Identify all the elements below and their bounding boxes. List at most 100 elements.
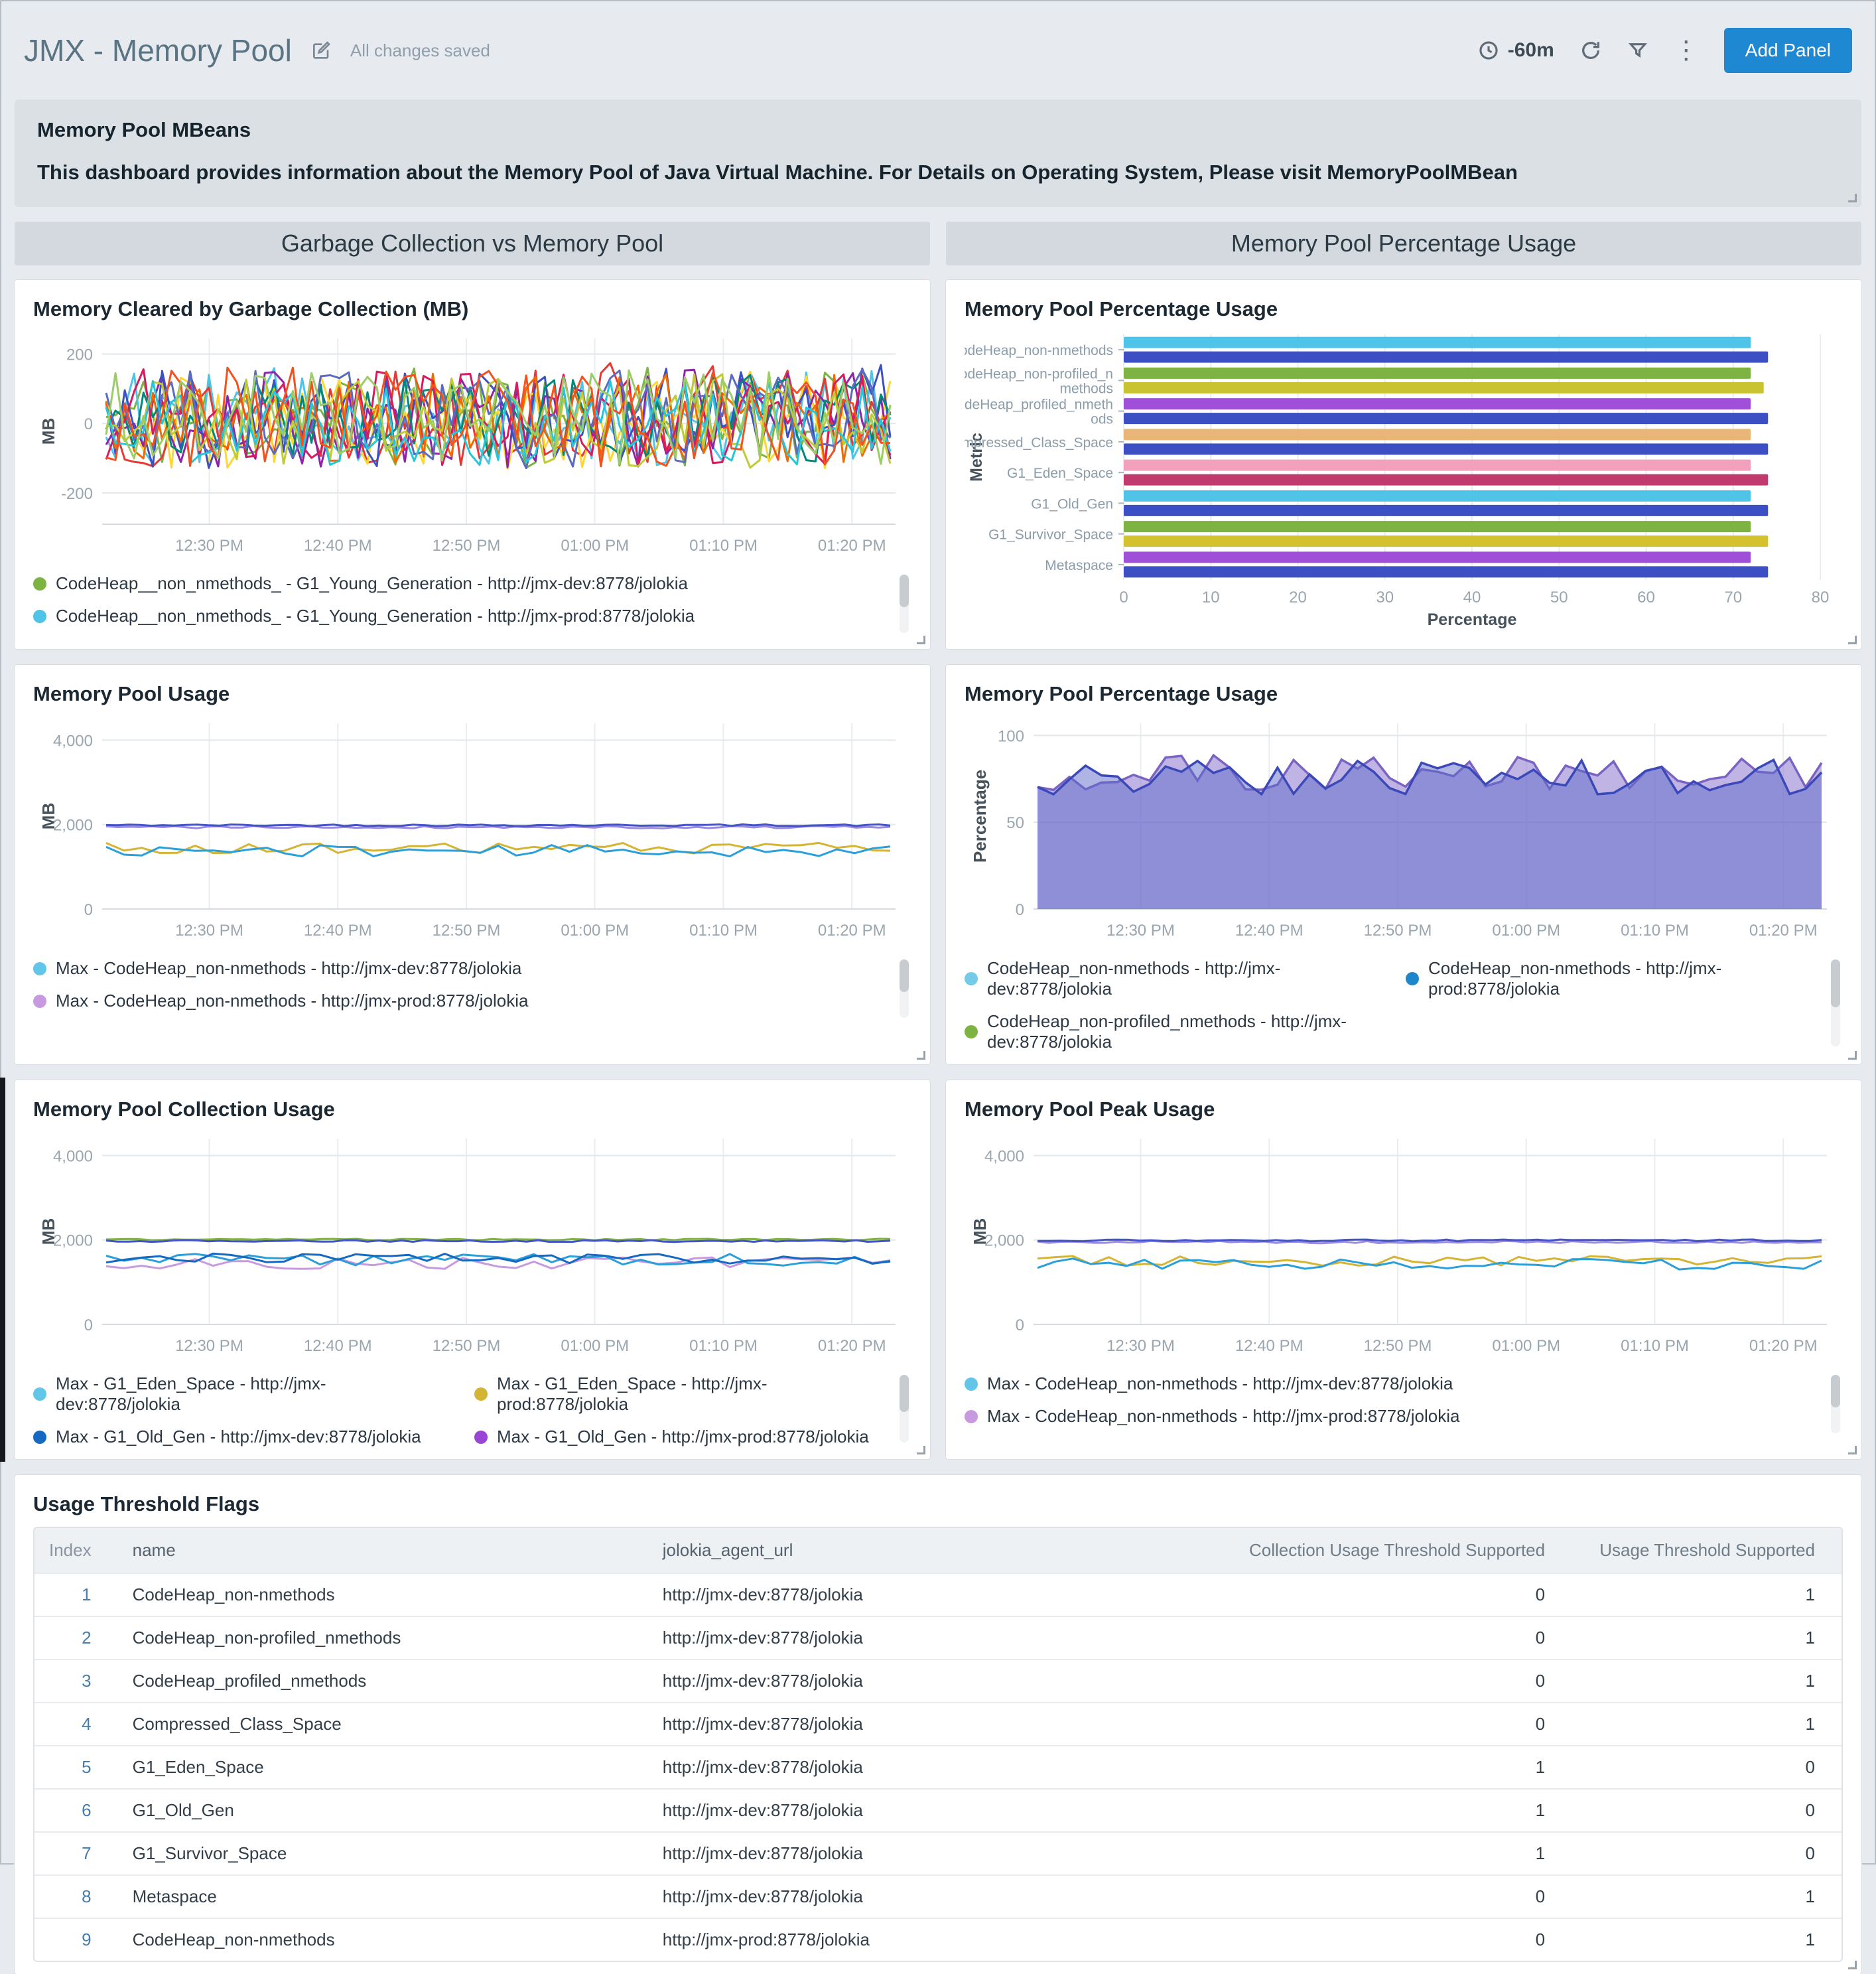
legend-item[interactable]: Max - G1_Old_Gen - http://jmx-prod:8778/…: [474, 1427, 889, 1447]
gc-line-chart[interactable]: 12:30 PM12:40 PM12:50 PM01:00 PM01:10 PM…: [33, 329, 911, 561]
refresh-icon[interactable]: [1579, 39, 1602, 62]
legend-scrollbar[interactable]: [900, 1375, 909, 1443]
legend-item[interactable]: CodeHeap_non-nmethods - http://jmx-dev:8…: [965, 958, 1379, 999]
table-cell: 1: [1208, 1832, 1577, 1875]
legend-dot-icon: [33, 962, 46, 975]
legend-scrollbar[interactable]: [1831, 959, 1840, 1046]
table-cell: 0: [1208, 1703, 1577, 1746]
table-cell: CodeHeap_profiled_nmethods: [118, 1659, 648, 1703]
add-panel-button[interactable]: Add Panel: [1724, 28, 1852, 73]
svg-text:01:10 PM: 01:10 PM: [1621, 1337, 1689, 1355]
chart-legend: Max - CodeHeap_non-nmethods - http://jmx…: [965, 1374, 1843, 1437]
legend-dot-icon: [965, 1025, 978, 1038]
resize-handle-icon[interactable]: [917, 1051, 925, 1060]
chart-legend: Max - G1_Eden_Space - http://jmx-dev:877…: [33, 1374, 911, 1447]
legend-item[interactable]: Max - CodeHeap_non-nmethods - http://jmx…: [965, 1374, 1820, 1394]
svg-text:0: 0: [84, 415, 93, 433]
legend-dot-icon: [1406, 972, 1419, 985]
legend-item[interactable]: Max - CodeHeap_non-nmethods - http://jmx…: [33, 991, 889, 1011]
svg-text:MB: MB: [970, 1218, 990, 1245]
column-header[interactable]: Index: [34, 1528, 118, 1573]
filter-icon[interactable]: [1627, 40, 1648, 61]
svg-text:CodeHeap_non-nmethods: CodeHeap_non-nmethods: [965, 343, 1113, 358]
legend-dot-icon: [965, 1410, 978, 1423]
table-cell: http://jmx-dev:8778/jolokia: [648, 1573, 1209, 1616]
chart-legend: Max - CodeHeap_non-nmethods - http://jmx…: [33, 958, 911, 1022]
table-cell: 1: [1577, 1703, 1842, 1746]
percentage-usage-bar-chart[interactable]: 01020304050607080PercentageMetricCodeHea…: [965, 329, 1843, 633]
table-row[interactable]: 2CodeHeap_non-profiled_nmethodshttp://jm…: [34, 1616, 1842, 1659]
legend-dot-icon: [33, 995, 46, 1008]
save-status: All changes saved: [350, 40, 490, 61]
column-header[interactable]: Usage Threshold Supported: [1577, 1528, 1842, 1573]
resize-handle-icon[interactable]: [1848, 194, 1857, 202]
svg-text:12:30 PM: 12:30 PM: [1106, 1337, 1175, 1355]
legend-item[interactable]: CodeHeap__non_nmethods_ - G1_Young_Gener…: [33, 606, 889, 626]
table-row[interactable]: 8Metaspacehttp://jmx-dev:8778/jolokia01: [34, 1875, 1842, 1918]
time-range-control[interactable]: -60m: [1477, 39, 1554, 62]
legend-item[interactable]: CodeHeap_non-profiled_nmethods - http://…: [965, 1011, 1379, 1052]
svg-text:Percentage: Percentage: [1428, 610, 1517, 629]
svg-text:12:50 PM: 12:50 PM: [433, 1337, 501, 1355]
resize-handle-icon[interactable]: [1848, 1051, 1857, 1060]
legend-scrollbar[interactable]: [900, 575, 909, 633]
table-row[interactable]: 5G1_Eden_Spacehttp://jmx-dev:8778/joloki…: [34, 1746, 1842, 1789]
legend-scrollbar[interactable]: [1831, 1375, 1840, 1433]
text-panel-memory-pool-mbeans: Memory Pool MBeans This dashboard provid…: [15, 100, 1861, 207]
column-header[interactable]: jolokia_agent_url: [648, 1528, 1209, 1573]
resize-handle-icon[interactable]: [917, 1446, 925, 1454]
svg-text:12:40 PM: 12:40 PM: [304, 537, 372, 555]
svg-text:01:20 PM: 01:20 PM: [818, 922, 886, 940]
panel-memory-cleared-gc: Memory Cleared by Garbage Collection (MB…: [15, 280, 930, 649]
table-cell: 1: [1577, 1875, 1842, 1918]
column-header[interactable]: Collection Usage Threshold Supported: [1208, 1528, 1577, 1573]
percentage-usage-area-chart[interactable]: 12:30 PM12:40 PM12:50 PM01:00 PM01:10 PM…: [965, 714, 1843, 946]
svg-text:methods: methods: [1059, 381, 1113, 396]
table-row[interactable]: 7G1_Survivor_Spacehttp://jmx-dev:8778/jo…: [34, 1832, 1842, 1875]
legend-item[interactable]: CodeHeap__non_nmethods_ - G1_Young_Gener…: [33, 573, 889, 594]
legend-item[interactable]: Max - CodeHeap_non-nmethods - http://jmx…: [33, 958, 889, 979]
svg-text:01:00 PM: 01:00 PM: [1492, 922, 1560, 940]
legend-item[interactable]: Max - CodeHeap_non-nmethods - http://jmx…: [965, 1406, 1820, 1427]
dashboard-title: JMX - Memory Pool: [24, 33, 292, 68]
svg-text:50: 50: [1550, 589, 1568, 606]
table-row[interactable]: 9CodeHeap_non-nmethodshttp://jmx-prod:87…: [34, 1918, 1842, 1961]
resize-handle-icon[interactable]: [1848, 636, 1857, 644]
column-header[interactable]: name: [118, 1528, 648, 1573]
resize-handle-icon[interactable]: [1848, 1446, 1857, 1454]
resize-handle-icon[interactable]: [917, 636, 925, 644]
table-cell: CodeHeap_non-nmethods: [118, 1918, 648, 1961]
legend-item[interactable]: CodeHeap_non-nmethods - http://jmx-prod:…: [1406, 958, 1820, 999]
svg-text:G1_Old_Gen: G1_Old_Gen: [1031, 496, 1113, 512]
svg-text:2,000: 2,000: [984, 1232, 1024, 1250]
table-cell: 1: [1208, 1789, 1577, 1832]
memory-pool-usage-chart[interactable]: 12:30 PM12:40 PM12:50 PM01:00 PM01:10 PM…: [33, 714, 911, 946]
svg-text:12:30 PM: 12:30 PM: [175, 922, 243, 940]
collection-usage-chart[interactable]: 12:30 PM12:40 PM12:50 PM01:00 PM01:10 PM…: [33, 1129, 911, 1362]
legend-dot-icon: [33, 610, 46, 623]
resize-handle-icon[interactable]: [1848, 1961, 1857, 1969]
legend-scrollbar[interactable]: [900, 959, 909, 1018]
table-cell: 0: [1577, 1832, 1842, 1875]
svg-text:12:40 PM: 12:40 PM: [1235, 1337, 1304, 1355]
table-row[interactable]: 4Compressed_Class_Spacehttp://jmx-dev:87…: [34, 1703, 1842, 1746]
legend-dot-icon: [965, 1377, 978, 1391]
table-cell: 0: [1208, 1659, 1577, 1703]
panel-title: Memory Pool Usage: [33, 682, 911, 706]
legend-item[interactable]: Max - G1_Eden_Space - http://jmx-dev:877…: [33, 1374, 448, 1415]
table-row[interactable]: 1CodeHeap_non-nmethodshttp://jmx-dev:877…: [34, 1573, 1842, 1616]
table-cell: 1: [34, 1573, 118, 1616]
table-row[interactable]: 3CodeHeap_profiled_nmethodshttp://jmx-de…: [34, 1659, 1842, 1703]
kebab-menu-icon[interactable]: ⋮: [1674, 38, 1699, 63]
panel-title: Memory Cleared by Garbage Collection (MB…: [33, 297, 911, 321]
legend-dot-icon: [33, 577, 46, 591]
legend-item[interactable]: Max - G1_Eden_Space - http://jmx-prod:87…: [474, 1374, 889, 1415]
edit-dashboard-icon[interactable]: [310, 40, 332, 61]
peak-usage-chart[interactable]: 12:30 PM12:40 PM12:50 PM01:00 PM01:10 PM…: [965, 1129, 1843, 1362]
table-row[interactable]: 6G1_Old_Genhttp://jmx-dev:8778/jolokia10: [34, 1789, 1842, 1832]
legend-item[interactable]: Max - G1_Old_Gen - http://jmx-dev:8778/j…: [33, 1427, 448, 1447]
text-panel-description: This dashboard provides information abou…: [37, 161, 1839, 184]
table-header-row: Indexnamejolokia_agent_urlCollection Usa…: [34, 1528, 1842, 1573]
memorypoolmbean-link[interactable]: MemoryPoolMBean: [1327, 161, 1518, 184]
chart-legend: CodeHeap_non-nmethods - http://jmx-dev:8…: [965, 958, 1843, 1052]
